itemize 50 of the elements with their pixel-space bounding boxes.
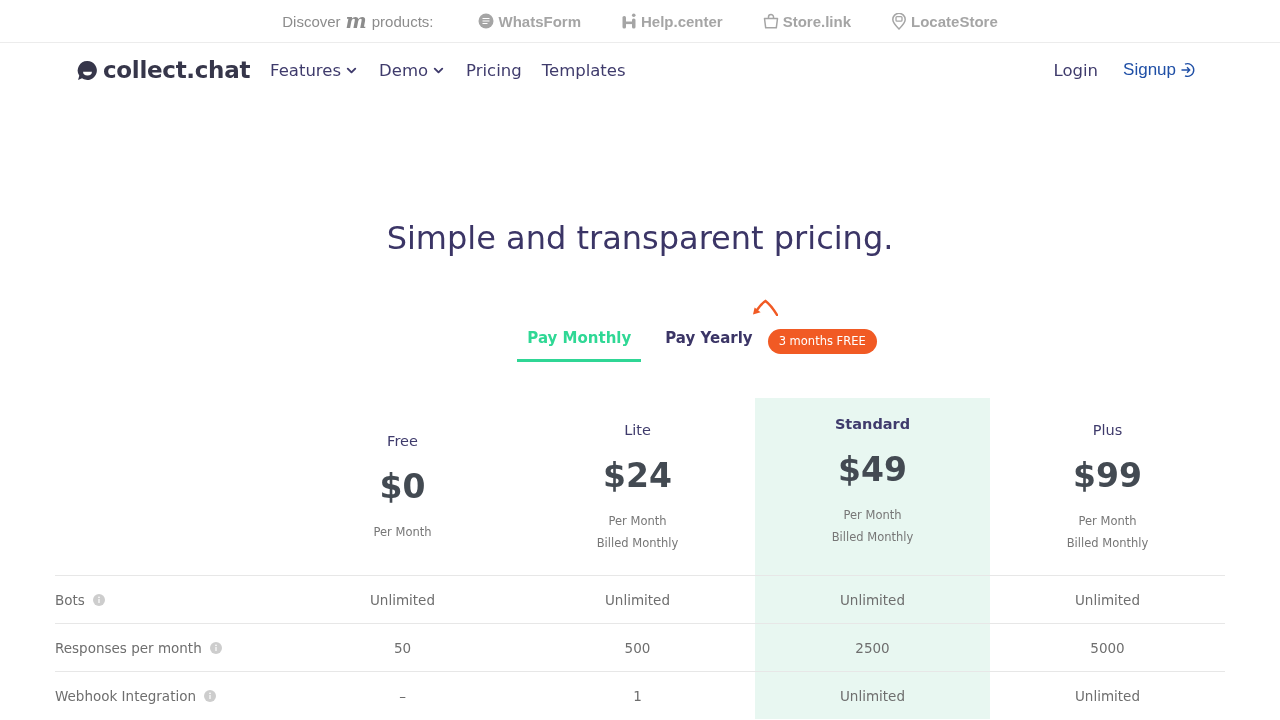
table-cell: – bbox=[285, 671, 520, 719]
table-cell: Unlimited bbox=[990, 575, 1225, 623]
plan-name: Standard bbox=[834, 414, 911, 434]
table-cell: Unlimited bbox=[990, 671, 1225, 719]
price-period: Per Month bbox=[608, 512, 667, 530]
price-period: Per Month bbox=[373, 523, 432, 541]
plan-name: Lite bbox=[624, 420, 651, 440]
info-icon[interactable] bbox=[92, 593, 105, 606]
plan-price: $0 bbox=[379, 466, 426, 507]
price-period: Per Month bbox=[1078, 512, 1137, 530]
billing-period: Billed Monthly bbox=[831, 528, 914, 546]
nav-link[interactable]: Pricing bbox=[466, 60, 522, 80]
chat-bubble-icon bbox=[478, 13, 495, 29]
info-icon[interactable] bbox=[204, 689, 216, 702]
discover-label: Discover bbox=[282, 12, 341, 30]
plan-price: $24 bbox=[603, 455, 672, 496]
table-cell: 2500 bbox=[755, 623, 990, 671]
chat-bubble-logo-icon bbox=[77, 59, 98, 81]
billing-tab[interactable]: Pay Yearly bbox=[655, 320, 763, 362]
products-label: products: bbox=[371, 12, 434, 30]
table-cell: 5000 bbox=[990, 623, 1225, 671]
table-cell: Unlimited bbox=[285, 575, 520, 623]
discount-badge: 3 months FREE bbox=[767, 329, 877, 354]
price-period: Per Month bbox=[843, 506, 902, 524]
curved-arrow-icon bbox=[751, 299, 778, 316]
login-link[interactable]: Login bbox=[1053, 60, 1099, 80]
logo[interactable]: collect.chat bbox=[77, 57, 251, 83]
billing-period: Billed Monthly bbox=[1066, 534, 1149, 552]
feature-label: Webhook Integration bbox=[55, 687, 196, 704]
table-cell: Unlimited bbox=[755, 575, 990, 623]
plan-price: $99 bbox=[1073, 455, 1142, 496]
nav-link[interactable]: Demo bbox=[379, 60, 447, 80]
feature-label: Responses per month bbox=[55, 639, 202, 656]
table-cell: 50 bbox=[285, 623, 520, 671]
page-title: Simple and transparent pricing. bbox=[385, 218, 895, 258]
nav-link[interactable]: Features bbox=[270, 60, 360, 80]
plan-name: Free bbox=[387, 431, 418, 451]
table-cell: Unlimited bbox=[755, 671, 990, 719]
nav-link[interactable]: Templates bbox=[541, 60, 626, 80]
info-icon[interactable] bbox=[209, 641, 222, 654]
signup-link[interactable]: Signup bbox=[1123, 60, 1196, 80]
plan-price: $49 bbox=[838, 449, 907, 490]
letter-h-icon bbox=[621, 13, 637, 29]
plan-name: Plus bbox=[1092, 420, 1123, 440]
feature-label: Bots bbox=[55, 591, 85, 608]
sign-in-icon bbox=[1180, 62, 1196, 78]
shopping-bag-icon bbox=[762, 13, 779, 29]
brand-mark: m bbox=[345, 11, 367, 31]
billing-period: Billed Monthly bbox=[596, 534, 679, 552]
map-pin-icon bbox=[891, 12, 908, 30]
